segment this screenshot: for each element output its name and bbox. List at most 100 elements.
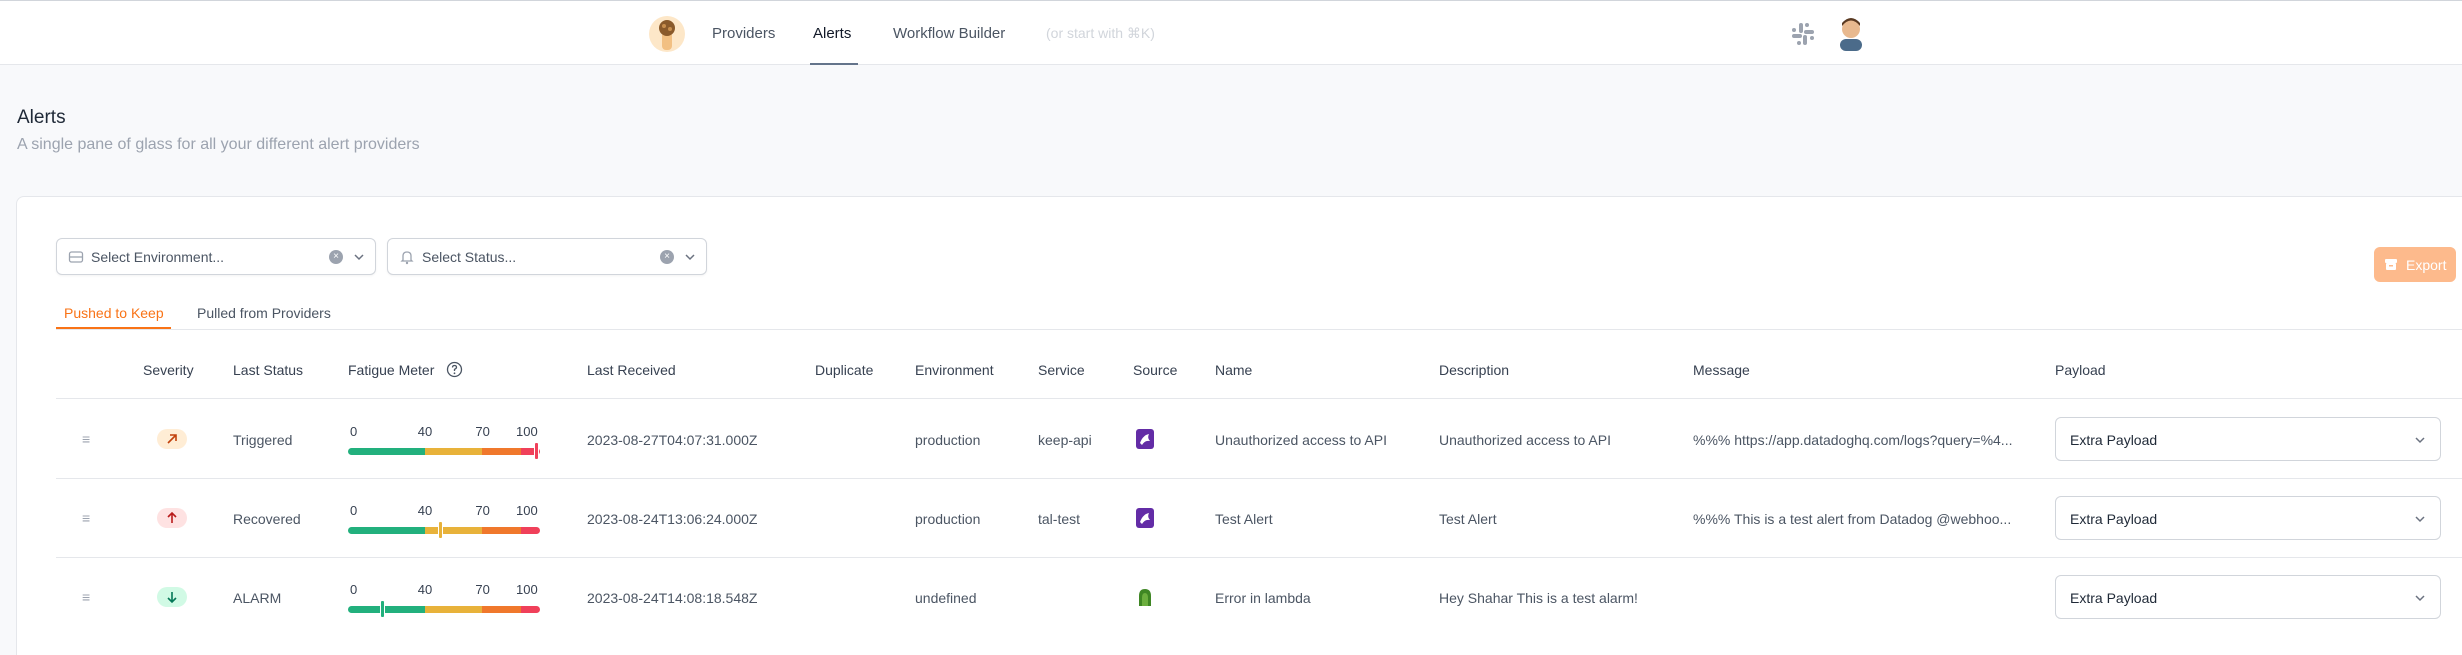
column-header-name[interactable]: Name — [1215, 362, 1252, 378]
fatigue-bar-segment — [348, 606, 425, 613]
user-avatar[interactable] — [1836, 15, 1866, 51]
status-select-placeholder: Select Status... — [422, 249, 517, 265]
alert-name: Test Alert — [1215, 511, 1273, 527]
server-icon — [68, 251, 84, 263]
fatigue-bar-segment — [424, 527, 483, 534]
fatigue-tick-label: 100 — [516, 503, 538, 518]
archive-icon — [2385, 259, 2397, 270]
payload-dropdown[interactable]: Extra Payload — [2055, 496, 2441, 540]
column-header-severity[interactable]: Severity — [143, 362, 194, 378]
payload-dropdown[interactable]: Extra Payload — [2055, 575, 2441, 619]
column-header-last-received[interactable]: Last Received — [587, 362, 676, 378]
fatigue-tick-label: 70 — [475, 582, 490, 597]
chevron-down-icon[interactable] — [351, 249, 367, 265]
top-nav: Providers Alerts Workflow Builder (or st… — [0, 0, 2462, 65]
payload-label: Extra Payload — [2070, 511, 2158, 527]
nav-active-indicator — [810, 63, 858, 65]
fatigue-tick-label: 0 — [350, 424, 358, 439]
fatigue-bar — [348, 527, 540, 534]
last-received: 2023-08-24T14:08:18.548Z — [587, 590, 758, 606]
column-header-last-status[interactable]: Last Status — [233, 362, 303, 378]
export-label: Export — [2406, 257, 2447, 273]
fatigue-tick-label: 0 — [350, 503, 358, 518]
fatigue-bar-segment — [348, 527, 425, 534]
fatigue-bar-segment — [482, 606, 521, 613]
payload-label: Extra Payload — [2070, 590, 2158, 606]
fatigue-meter: 0 40 70 100 — [348, 582, 540, 617]
fatigue-bar-segment — [482, 527, 521, 534]
payload-dropdown[interactable]: Extra Payload — [2055, 417, 2441, 461]
fatigue-bar-segment — [424, 448, 483, 455]
column-header-payload[interactable]: Payload — [2055, 362, 2106, 378]
fatigue-level-marker — [534, 443, 538, 459]
service: tal-test — [1038, 511, 1081, 527]
column-header-fatigue-meter[interactable]: Fatigue Meter — [348, 362, 434, 378]
service: keep-api — [1038, 432, 1092, 448]
environment: production — [915, 511, 981, 527]
tabs-divider — [56, 329, 2462, 330]
fatigue-meter: 0 40 70 100 — [348, 424, 540, 459]
question-circle-icon[interactable] — [446, 361, 463, 378]
clear-status-icon[interactable]: × — [660, 250, 674, 264]
environment-select-placeholder: Select Environment... — [91, 249, 225, 265]
alert-message: %%% This is a test alert from Datadog @w… — [1693, 511, 2012, 527]
command-search-hint[interactable]: (or start with ⌘K) — [1046, 25, 1155, 42]
fatigue-bar — [348, 448, 540, 455]
chevron-down-icon[interactable] — [682, 249, 698, 265]
column-header-message[interactable]: Message — [1693, 362, 1750, 378]
severity-badge — [157, 429, 187, 449]
drag-handle-icon[interactable]: ≡ — [82, 589, 90, 605]
tab-pushed-to-keep[interactable]: Pushed to Keep — [64, 305, 164, 321]
nav-providers[interactable]: Providers — [712, 25, 775, 42]
active-tab-indicator — [56, 327, 171, 329]
fatigue-level-marker — [381, 601, 385, 617]
keep-logo-icon[interactable] — [648, 14, 686, 54]
column-header-source[interactable]: Source — [1133, 362, 1177, 378]
column-header-description[interactable]: Description — [1439, 362, 1509, 378]
environment: production — [915, 432, 981, 448]
datadog-icon — [1136, 508, 1154, 528]
alert-name: Error in lambda — [1215, 590, 1311, 606]
header-divider — [56, 398, 2462, 399]
alert-description: Unauthorized access to API — [1439, 432, 1611, 448]
environment-select[interactable]: Select Environment... × — [56, 238, 376, 275]
drag-handle-icon[interactable]: ≡ — [82, 510, 90, 526]
fatigue-bar-segment — [424, 606, 483, 613]
fatigue-tick-label: 70 — [475, 424, 490, 439]
drag-handle-icon[interactable]: ≡ — [82, 431, 90, 447]
fatigue-tick-label: 40 — [417, 582, 433, 597]
fatigue-bar — [348, 606, 540, 613]
severity-badge — [157, 587, 187, 607]
fatigue-tick-label: 0 — [350, 582, 358, 597]
datadog-icon — [1136, 429, 1154, 449]
tab-pulled-from-providers[interactable]: Pulled from Providers — [197, 305, 331, 321]
chevron-down-icon — [2415, 595, 2425, 602]
chevron-down-icon — [2415, 437, 2425, 444]
alert-description: Hey Shahar This is a test alarm! — [1439, 590, 1638, 606]
last-status: ALARM — [233, 590, 282, 606]
slack-icon[interactable] — [1790, 21, 1816, 47]
fatigue-tick-label: 40 — [417, 503, 433, 518]
column-header-duplicate[interactable]: Duplicate — [815, 362, 873, 378]
fatigue-bar-segment — [520, 527, 540, 534]
page-subtitle: A single pane of glass for all your diff… — [17, 136, 420, 153]
fatigue-tick-label: 40 — [417, 424, 433, 439]
column-header-service[interactable]: Service — [1038, 362, 1085, 378]
clear-environment-icon[interactable]: × — [329, 250, 343, 264]
nav-alerts[interactable]: Alerts — [813, 25, 851, 42]
bell-icon — [400, 251, 414, 265]
fatigue-tick-label: 100 — [516, 424, 538, 439]
last-status: Triggered — [233, 432, 293, 448]
alert-name: Unauthorized access to API — [1215, 432, 1387, 448]
page-title: Alerts — [17, 107, 66, 128]
severity-badge — [157, 508, 187, 528]
row-divider — [56, 478, 2462, 479]
environment: undefined — [915, 590, 977, 606]
status-select[interactable]: Select Status... × — [387, 238, 707, 275]
column-header-environment[interactable]: Environment — [915, 362, 994, 378]
payload-label: Extra Payload — [2070, 432, 2158, 448]
export-button[interactable]: Export — [2374, 247, 2456, 282]
cloudwatch-icon — [1139, 589, 1151, 606]
nav-workflow-builder[interactable]: Workflow Builder — [893, 25, 1005, 42]
row-divider — [56, 557, 2462, 558]
